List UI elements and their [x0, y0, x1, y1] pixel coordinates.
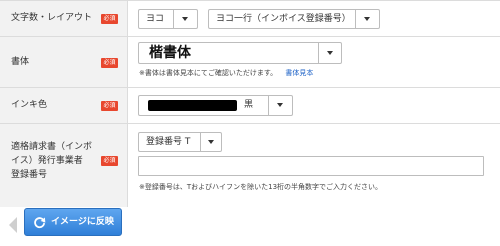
ink-label: インキ色 — [11, 100, 48, 110]
order-form: 文字数・レイアウト 必須 ヨコ ヨコ一行（インボイス登録番号） 書体 必須 楷書… — [0, 0, 500, 208]
label-cell-layout: 文字数・レイアウト 必須 — [0, 1, 128, 36]
row-invoice: 適格請求書（インボ イス）発行事業者 登録番号 必須 登録番号 T ※登録番号は… — [0, 124, 500, 208]
ink-color-swatch — [148, 100, 237, 111]
invoice-label-line1: 適格請求書（インボ — [11, 142, 93, 152]
chevron-down-icon — [208, 140, 214, 144]
required-badge: 必須 — [101, 58, 118, 68]
reflect-image-button[interactable]: イメージに反映 — [24, 208, 122, 236]
font-label: 書体 — [11, 57, 30, 67]
back-arrow-icon[interactable] — [9, 217, 17, 233]
label-cell-font: 書体 必須 — [0, 37, 128, 87]
refresh-icon — [34, 217, 46, 229]
ink-color-value: 黒 — [244, 100, 254, 110]
required-badge: 必須 — [101, 156, 118, 166]
chevron-down-icon — [182, 17, 188, 21]
layout-value: ヨコ一行（インボイス登録番号） — [216, 14, 351, 24]
required-badge: 必須 — [101, 14, 118, 24]
chevron-down-icon — [327, 51, 333, 55]
font-value: 楷書体 — [149, 45, 191, 61]
orientation-value: ヨコ — [146, 14, 165, 24]
font-sample-link[interactable]: 書体見本 — [285, 69, 313, 77]
layout-select[interactable]: ヨコ一行（インボイス登録番号） — [208, 9, 380, 29]
label-cell-ink: インキ色 必須 — [0, 88, 128, 123]
font-select[interactable]: 楷書体 — [138, 42, 342, 64]
invoice-label-line3: 登録番号 — [11, 170, 48, 180]
required-badge: 必須 — [101, 101, 118, 111]
layout-label: 文字数・レイアウト — [11, 13, 93, 23]
font-note: ※書体は書体見本にてご確認いただけます。 書体見本 — [139, 68, 313, 78]
chevron-down-icon — [277, 103, 283, 107]
footer: イメージに反映 — [0, 207, 500, 246]
label-cell-invoice: 適格請求書（インボ イス）発行事業者 登録番号 必須 — [0, 124, 128, 207]
invoice-label-line2: イス）発行事業者 — [11, 156, 83, 166]
invoice-number-input[interactable] — [138, 156, 484, 176]
font-note-text: ※書体は書体見本にてご確認いただけます。 — [139, 69, 278, 77]
reflect-image-label: イメージに反映 — [51, 217, 114, 227]
row-ink: インキ色 必須 黒 — [0, 88, 500, 124]
invoice-prefix-value: 登録番号 T — [146, 137, 191, 147]
invoice-prefix-select[interactable]: 登録番号 T — [138, 132, 222, 152]
row-layout: 文字数・レイアウト 必須 ヨコ ヨコ一行（インボイス登録番号） — [0, 1, 500, 37]
orientation-select[interactable]: ヨコ — [138, 9, 198, 29]
ink-color-select[interactable]: 黒 — [138, 95, 293, 116]
chevron-down-icon — [364, 17, 370, 21]
invoice-note: ※登録番号は、Tおよびハイフンを除いた13桁の半角数字でご入力ください。 — [139, 183, 383, 191]
row-font: 書体 必須 楷書体 ※書体は書体見本にてご確認いただけます。 書体見本 — [0, 37, 500, 88]
